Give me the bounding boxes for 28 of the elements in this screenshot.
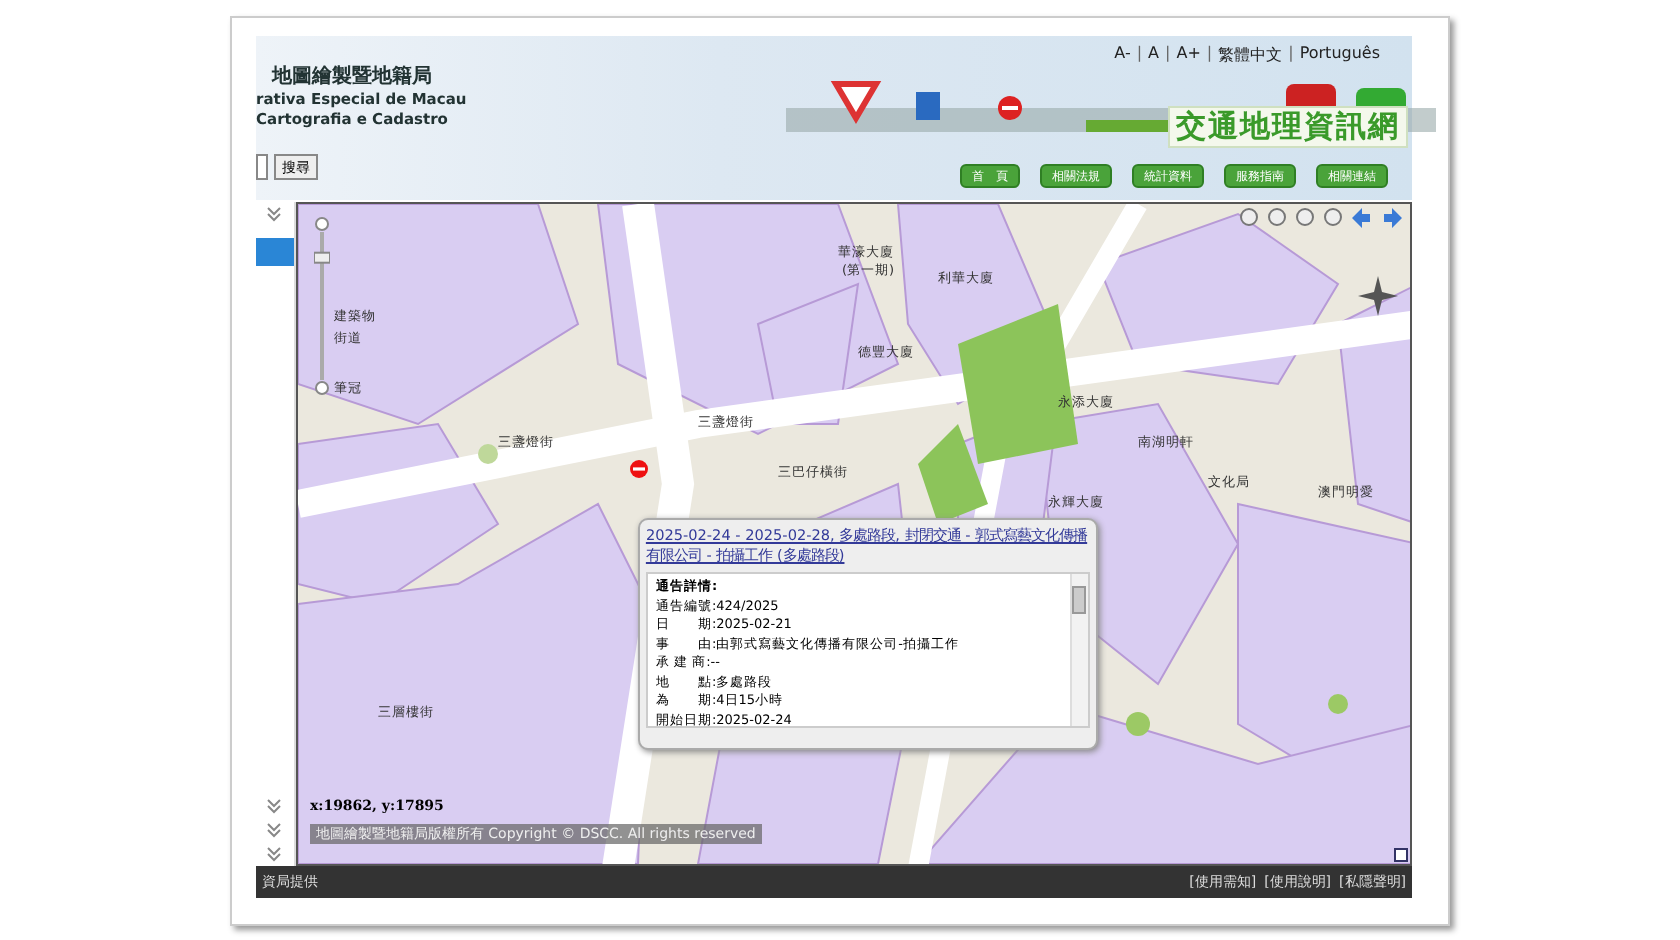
chevron-icon[interactable]	[266, 798, 283, 814]
resize-icon[interactable]	[1394, 848, 1408, 862]
separator: |	[1206, 44, 1213, 66]
compass-icon	[1358, 276, 1398, 316]
chevron-icon[interactable]	[266, 822, 283, 838]
scrollbar[interactable]	[1069, 574, 1088, 726]
no-entry-icon[interactable]	[629, 460, 648, 478]
street-map[interactable]	[295, 202, 1412, 866]
language-link[interactable]: 繁體中文	[1218, 44, 1283, 66]
tree	[477, 444, 498, 464]
forward-arrow-icon[interactable]	[1382, 208, 1402, 228]
tree	[1125, 712, 1150, 736]
separator: |	[1136, 44, 1143, 66]
chevron-icon[interactable]	[266, 206, 283, 222]
tree	[1327, 694, 1348, 714]
back-arrow-icon[interactable]	[1352, 208, 1372, 228]
language-link[interactable]: A+	[1176, 44, 1201, 66]
chevron-icon[interactable]	[266, 846, 283, 862]
site-title: 交通地理資訊網	[1168, 106, 1408, 148]
language-link[interactable]: A-	[1114, 44, 1131, 66]
zoom-thumb[interactable]	[313, 251, 330, 264]
separator: |	[1165, 44, 1171, 66]
language-link[interactable]: A	[1148, 44, 1160, 66]
language-link[interactable]: Português	[1299, 44, 1380, 66]
zoom-slider[interactable]	[313, 216, 330, 396]
search-field[interactable]	[256, 154, 268, 180]
logo-text: 地圖繪製暨地籍局	[269, 64, 434, 90]
separator: |	[1288, 44, 1294, 66]
